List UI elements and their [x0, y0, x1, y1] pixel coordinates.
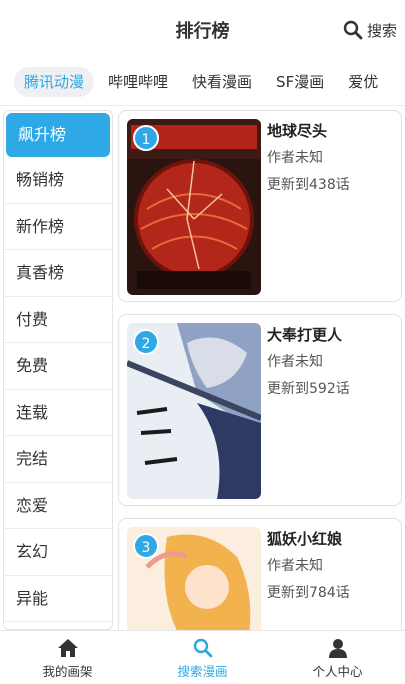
ranking-screen: 排行榜 搜索 腾讯动漫 哔哩哔哩 快看漫画 SF漫画 爱优 飙升榜 畅销榜 新作榜 真香…: [0, 0, 405, 684]
comic-card[interactable]: 3 狐妖小红娘 作者未知 更新到784话: [118, 518, 402, 630]
top-bar: 排行榜 搜索: [0, 0, 405, 58]
category-serializing[interactable]: 连载: [4, 390, 112, 436]
comic-update: 更新到438话: [267, 177, 350, 193]
comic-author: 作者未知: [267, 558, 323, 574]
search-button[interactable]: 搜索: [343, 19, 397, 41]
rank-badge: 2: [133, 329, 159, 355]
nav-label: 个人中心: [312, 664, 363, 679]
comic-list: 1 地球尽头 作者未知 更新到438话 2 大奉打更人 作者未知 更新到592话…: [118, 110, 402, 630]
nav-profile[interactable]: 个人中心: [270, 631, 405, 684]
comic-author: 作者未知: [267, 354, 323, 370]
comic-card[interactable]: 2 大奉打更人 作者未知 更新到592话: [118, 314, 402, 506]
category-paid[interactable]: 付费: [4, 297, 112, 343]
tab-kuaikan[interactable]: 快看漫画: [182, 67, 262, 97]
source-tabs: 腾讯动漫 哔哩哔哩 快看漫画 SF漫画 爱优: [0, 58, 405, 106]
comic-author: 作者未知: [267, 150, 323, 166]
search-icon: [343, 20, 363, 40]
tab-iqiyi[interactable]: 爱优: [338, 67, 388, 97]
person-icon: [328, 638, 348, 661]
rank-badge: 3: [133, 533, 159, 559]
comic-card[interactable]: 1 地球尽头 作者未知 更新到438话: [118, 110, 402, 302]
comic-cover: 1: [127, 119, 261, 295]
search-icon: [193, 638, 213, 661]
nav-search-comics[interactable]: 搜索漫画: [135, 631, 270, 684]
nav-label: 搜索漫画: [177, 664, 228, 679]
comic-cover: 3: [127, 527, 261, 630]
search-label: 搜索: [366, 21, 397, 40]
category-sidebar: 飙升榜 畅销榜 新作榜 真香榜 付费 免费 连载 完结 恋爱 玄幻 异能: [3, 110, 113, 630]
rank-badge: 1: [133, 125, 159, 151]
nav-label: 我的画架: [42, 664, 93, 679]
nav-my-shelf[interactable]: 我的画架: [0, 631, 135, 684]
category-new[interactable]: 新作榜: [4, 204, 112, 250]
category-romance[interactable]: 恋爱: [4, 483, 112, 529]
comic-info: 大奉打更人 作者未知 更新到592话: [267, 325, 395, 399]
comic-info: 狐妖小红娘 作者未知 更新到784话: [267, 529, 395, 603]
comic-title: 狐妖小红娘: [267, 530, 343, 548]
category-rising[interactable]: 飙升榜: [6, 113, 110, 157]
tab-tencent[interactable]: 腾讯动漫: [14, 67, 95, 97]
category-completed[interactable]: 完结: [4, 436, 112, 483]
comic-title: 地球尽头: [267, 122, 328, 140]
category-bestselling[interactable]: 畅销榜: [4, 157, 112, 204]
comic-update: 更新到592话: [267, 381, 350, 397]
home-icon: [57, 638, 79, 661]
bottom-nav: 我的画架 搜索漫画 个人中心: [0, 630, 405, 684]
category-zhenxiang[interactable]: 真香榜: [4, 250, 112, 297]
tab-sf[interactable]: SF漫画: [266, 67, 334, 97]
comic-title: 大奉打更人: [267, 326, 343, 344]
category-fantasy[interactable]: 玄幻: [4, 529, 112, 576]
tab-bilibili[interactable]: 哔哩哔哩: [98, 67, 178, 97]
category-superpower[interactable]: 异能: [4, 576, 112, 622]
comic-cover: 2: [127, 323, 261, 499]
comic-update: 更新到784话: [267, 585, 350, 601]
category-free[interactable]: 免费: [4, 343, 112, 390]
comic-info: 地球尽头 作者未知 更新到438话: [267, 121, 395, 195]
